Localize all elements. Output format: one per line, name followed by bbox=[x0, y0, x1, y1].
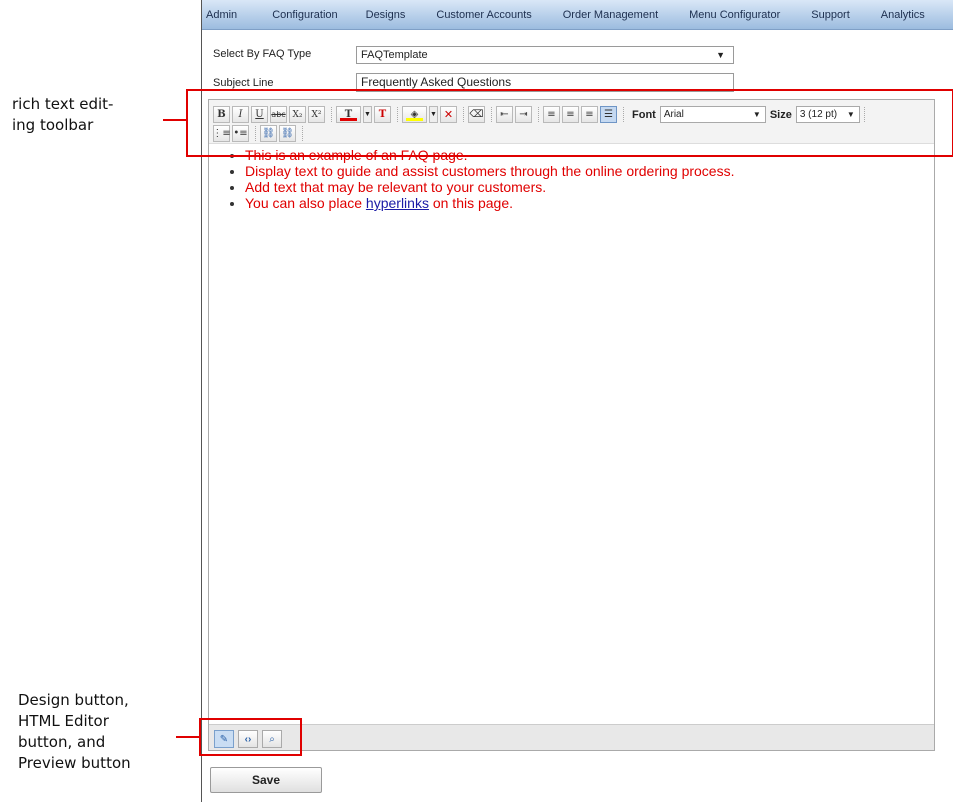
annotation-line: Design button, bbox=[18, 691, 129, 709]
nav-menu-configurator[interactable]: Menu Configurator bbox=[689, 9, 780, 21]
nav-analytics[interactable]: Analytics bbox=[881, 9, 925, 21]
nav-order-management[interactable]: Order Management bbox=[563, 9, 658, 21]
annotation-line: Preview button bbox=[18, 754, 131, 772]
nav-admin[interactable]: Admin bbox=[206, 9, 237, 21]
toolbar-leader-line bbox=[163, 119, 187, 121]
content-list-item: You can also place hyperlinks on this pa… bbox=[245, 195, 934, 211]
content-list-item: Display text to guide and assist custome… bbox=[245, 163, 934, 179]
toolbar-highlight-box bbox=[186, 89, 953, 157]
dropdown-arrow-icon: ▼ bbox=[716, 50, 725, 60]
nav-customer-accounts[interactable]: Customer Accounts bbox=[436, 9, 531, 21]
mode-buttons-highlight-box bbox=[199, 718, 302, 756]
nav-configuration[interactable]: Configuration bbox=[272, 9, 337, 21]
mode-buttons-leader-line bbox=[176, 736, 200, 738]
annotation-line: button, and bbox=[18, 733, 106, 751]
content-text: You can also place bbox=[245, 195, 366, 211]
editor-content-area[interactable]: This is an example of an FAQ page. Displ… bbox=[209, 145, 934, 711]
subject-line-label: Subject Line bbox=[213, 77, 274, 89]
annotation-toolbar-label: rich text edit- ing toolbar bbox=[12, 94, 113, 136]
hyperlinks-link[interactable]: hyperlinks bbox=[366, 195, 429, 211]
annotation-modes-label: Design button, HTML Editor button, and P… bbox=[18, 690, 131, 774]
editor-mode-bar: ✎ ‹› ⌕ bbox=[209, 724, 934, 750]
rich-text-editor: B I U abc X₂ X² T ▼ T ◈ ▼ ✕ ⌫ ⇤ ⇥ ≡ ≡ ≡ … bbox=[208, 99, 935, 751]
faq-type-select[interactable]: FAQTemplate ▼ bbox=[356, 46, 734, 64]
nav-designs[interactable]: Designs bbox=[366, 9, 406, 21]
annotation-line: rich text edit- bbox=[12, 95, 114, 113]
content-text: on this page. bbox=[428, 195, 514, 211]
faq-type-label: Select By FAQ Type bbox=[213, 48, 312, 60]
main-nav: Admin Configuration Designs Customer Acc… bbox=[202, 0, 953, 30]
content-list-item: Add text that may be relevant to your cu… bbox=[245, 179, 934, 195]
faq-type-value: FAQTemplate bbox=[361, 49, 428, 61]
save-button[interactable]: Save bbox=[210, 767, 322, 793]
annotation-line: ing toolbar bbox=[12, 116, 94, 134]
nav-support[interactable]: Support bbox=[811, 9, 850, 21]
annotation-line: HTML Editor bbox=[18, 712, 109, 730]
